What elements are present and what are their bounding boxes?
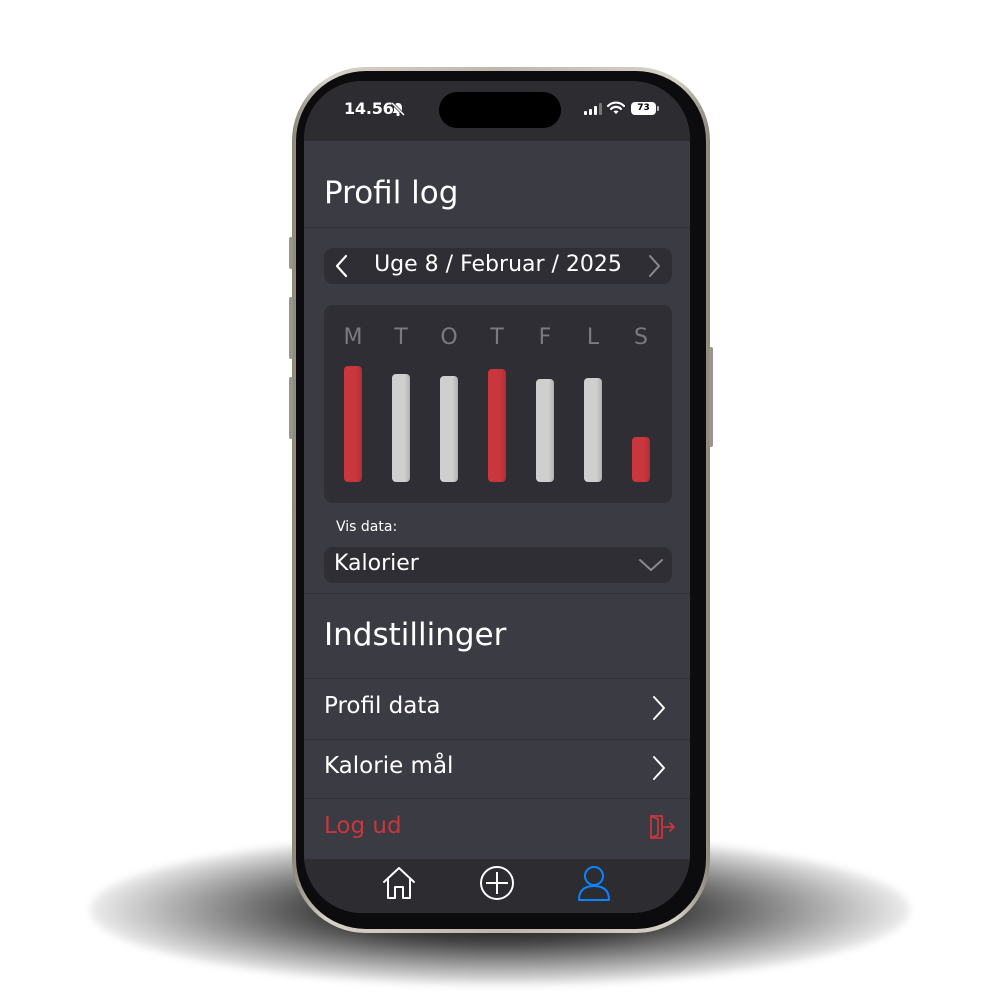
data-select-label: Vis data: xyxy=(336,519,398,535)
day-label: F xyxy=(538,325,552,350)
profile-icon[interactable] xyxy=(576,865,612,903)
battery-tip xyxy=(657,106,659,111)
status-bar: 14.56 73 xyxy=(304,81,690,141)
day-label: M xyxy=(343,325,363,350)
day-label: T xyxy=(490,325,504,350)
divider xyxy=(304,593,690,594)
day-label: S xyxy=(634,325,648,350)
volume-up-button xyxy=(289,297,293,359)
data-select-dropdown[interactable]: Kalorier xyxy=(324,547,672,583)
add-circle-icon[interactable] xyxy=(479,865,515,901)
battery-indicator: 73 xyxy=(631,102,656,115)
page-title: Profil log xyxy=(324,175,459,211)
chart-bar[interactable] xyxy=(440,376,458,482)
settings-item-profile-data[interactable]: Profil data xyxy=(304,679,690,738)
silent-bell-icon xyxy=(390,101,406,117)
mute-switch xyxy=(289,237,293,269)
dynamic-island xyxy=(439,92,561,128)
wifi-icon xyxy=(607,101,625,114)
home-icon[interactable] xyxy=(381,865,417,901)
volume-down-button xyxy=(289,377,293,439)
chart-bar[interactable] xyxy=(584,378,602,482)
chart-bar[interactable] xyxy=(632,437,650,482)
settings-item-label: Profil data xyxy=(324,693,441,719)
chart-bar[interactable] xyxy=(344,366,362,482)
week-label: Uge 8 / Februar / 2025 xyxy=(374,252,622,277)
week-navigator: Uge 8 / Februar / 2025 xyxy=(324,248,672,284)
weekly-bar-chart: MTOTFLS xyxy=(324,305,672,503)
cellular-signal-icon xyxy=(584,103,602,115)
day-label: O xyxy=(440,325,458,350)
phone-frame: 14.56 73 Profil log Uge 8 / Februar / 20… xyxy=(289,67,713,933)
divider xyxy=(304,227,690,228)
app-screen: 14.56 73 Profil log Uge 8 / Februar / 20… xyxy=(304,81,690,913)
chevron-right-icon xyxy=(653,756,665,780)
logout-button[interactable]: Log ud xyxy=(304,799,690,858)
chevron-down-icon xyxy=(639,559,663,571)
status-time: 14.56 xyxy=(344,99,394,118)
data-select-value: Kalorier xyxy=(334,551,419,576)
power-button xyxy=(709,347,713,447)
logout-label: Log ud xyxy=(324,813,402,839)
chart-bar[interactable] xyxy=(488,369,506,482)
settings-title: Indstillinger xyxy=(324,617,507,653)
logout-icon xyxy=(650,815,675,839)
settings-item-label: Kalorie mål xyxy=(324,753,454,779)
tab-bar xyxy=(304,859,690,913)
settings-item-calorie-goal[interactable]: Kalorie mål xyxy=(304,739,690,798)
day-label: L xyxy=(586,325,600,350)
chevron-right-icon[interactable] xyxy=(646,254,662,278)
day-label: T xyxy=(394,325,408,350)
chart-bar[interactable] xyxy=(536,379,554,482)
chart-bar[interactable] xyxy=(392,374,410,482)
chevron-right-icon xyxy=(653,696,665,720)
